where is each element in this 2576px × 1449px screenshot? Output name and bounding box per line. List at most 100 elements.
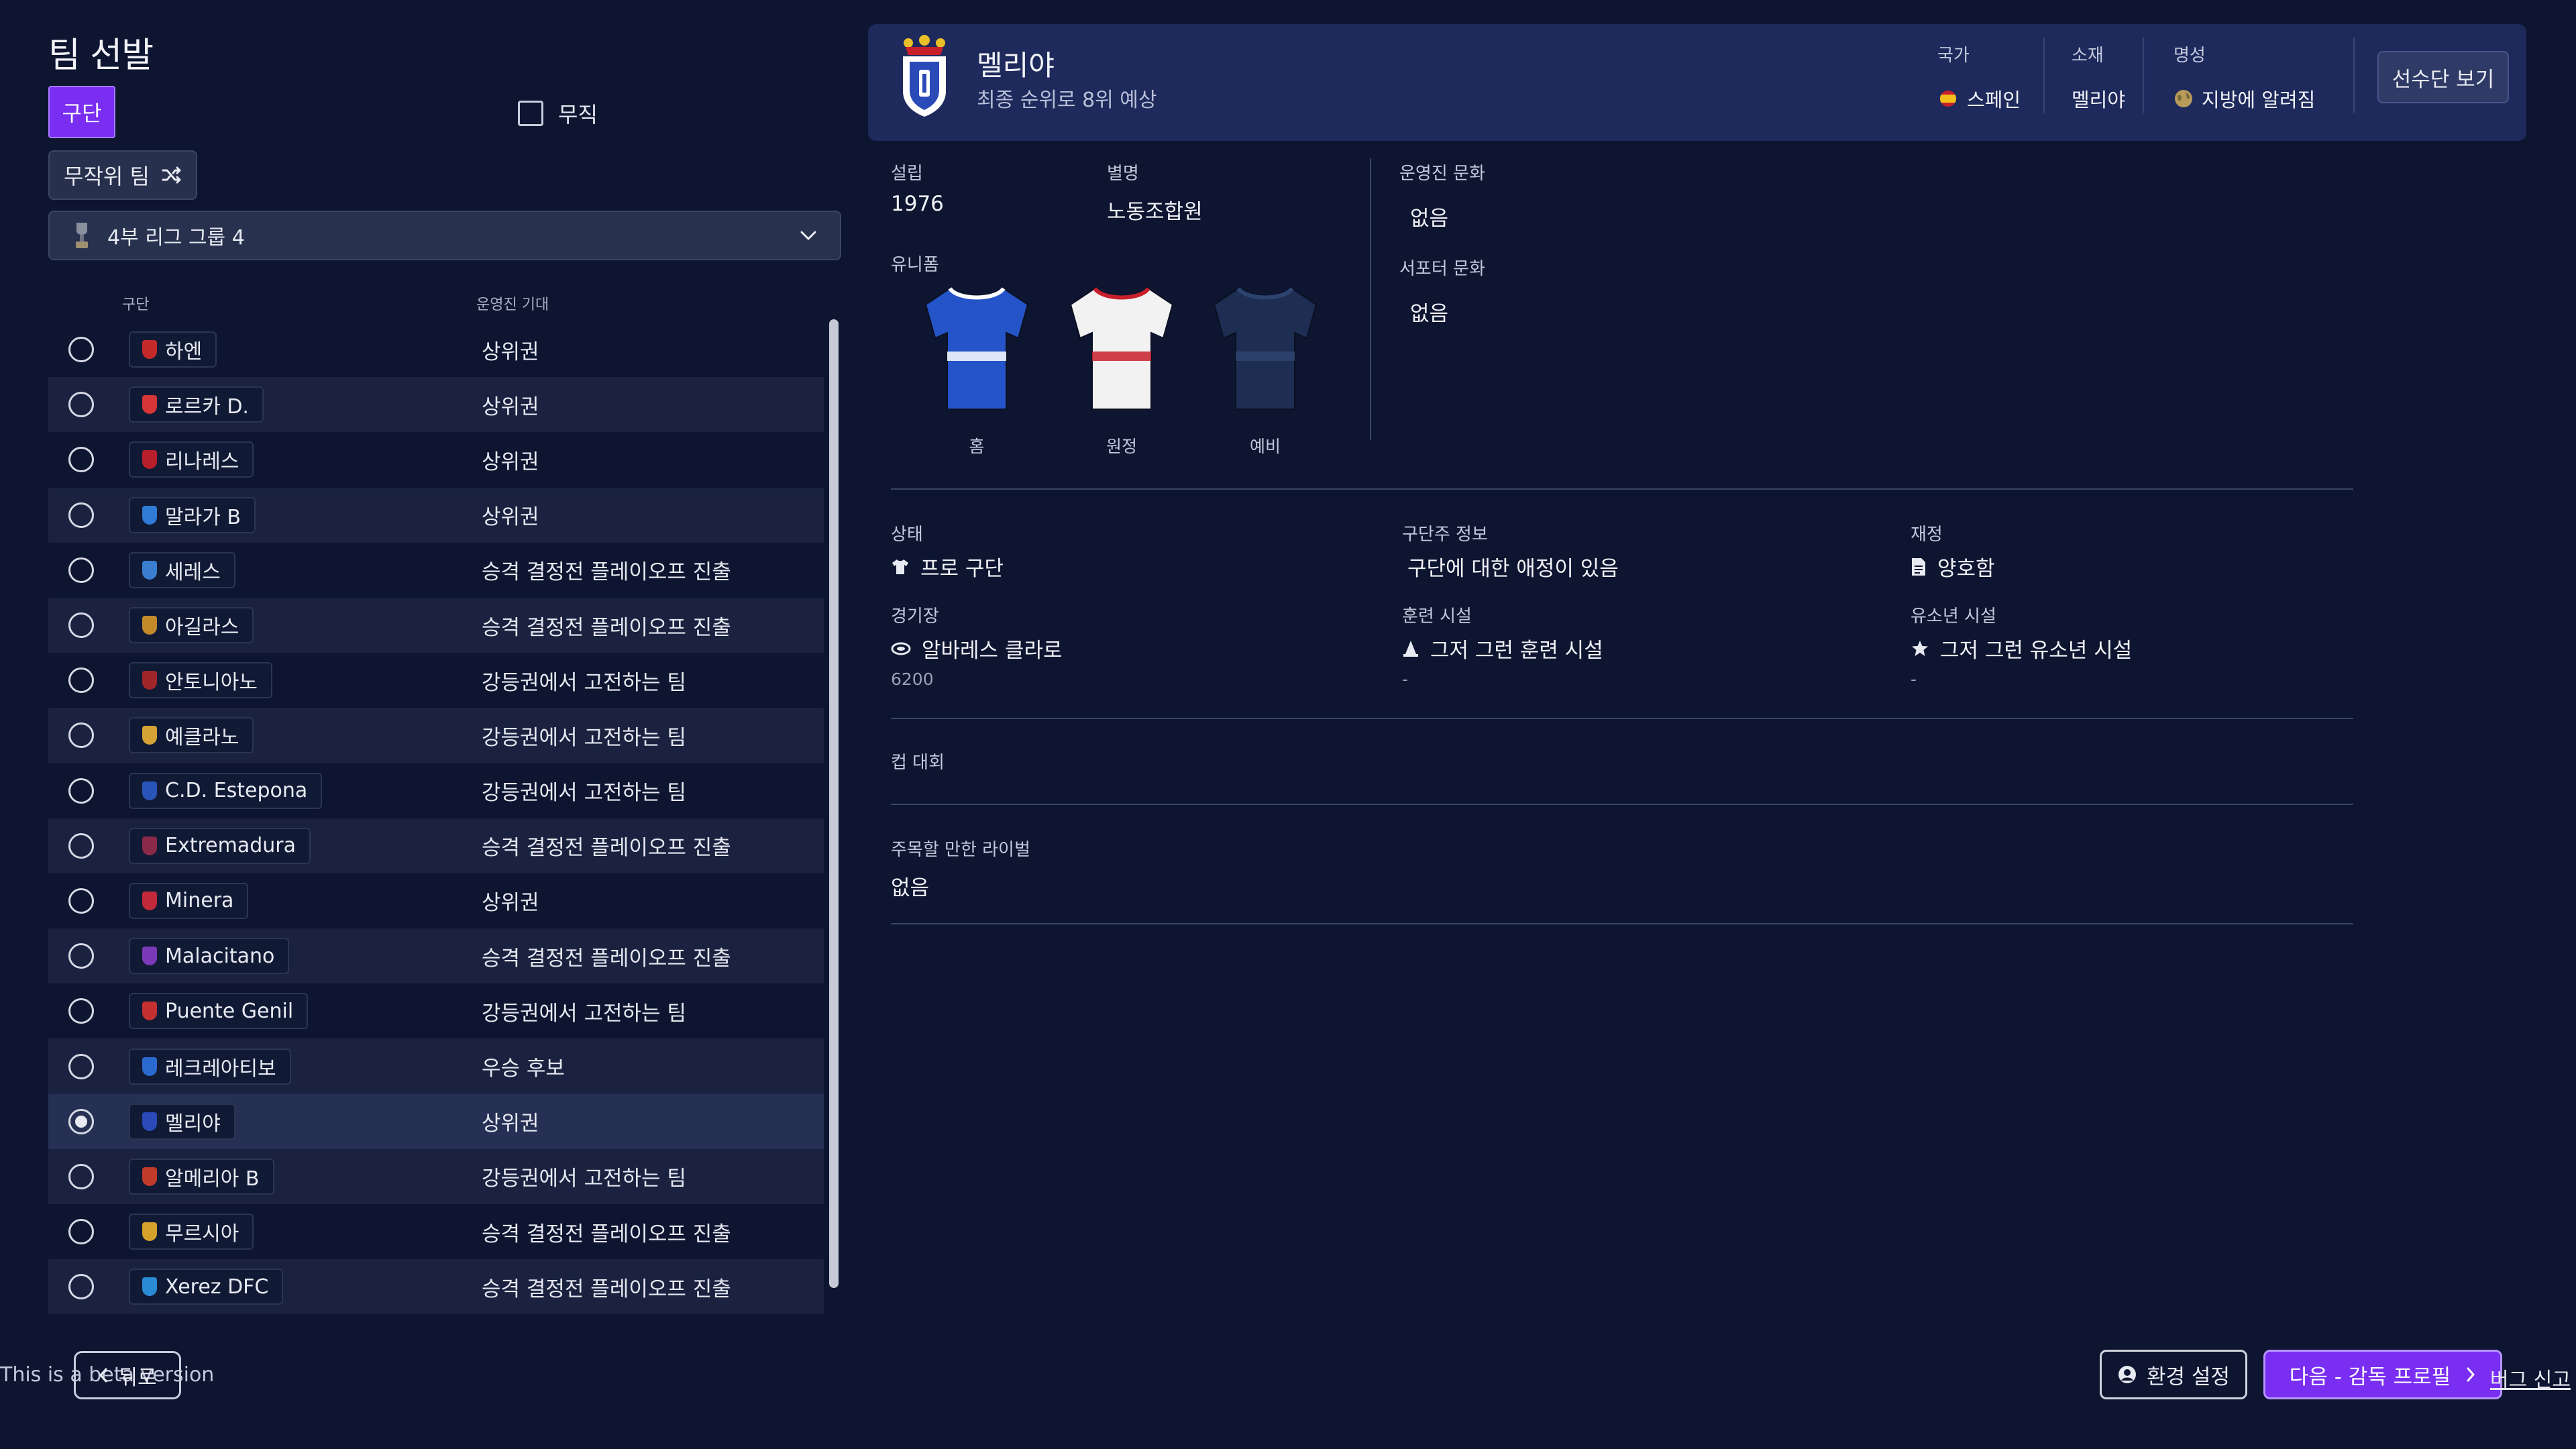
club-chip[interactable]: 무르시아 (129, 1214, 254, 1250)
club-name-text: Minera (165, 889, 234, 913)
club-radio[interactable] (68, 557, 94, 583)
club-radio[interactable] (68, 1219, 94, 1245)
person-icon (2118, 1366, 2137, 1383)
club-crest-icon (142, 1167, 157, 1186)
board-expectation-text: 상위권 (482, 449, 539, 474)
club-chip[interactable]: Xerez DFC (129, 1269, 284, 1305)
info-divider (1370, 158, 1371, 440)
training-label: 훈련 시설 (1402, 606, 1472, 627)
unemployed-checkbox[interactable] (518, 101, 543, 126)
club-radio[interactable] (68, 1053, 94, 1079)
club-radio[interactable] (68, 722, 94, 749)
club-row[interactable]: 세레스 승격 결정전 플레이오프 진출 (48, 543, 824, 598)
club-radio[interactable] (68, 888, 94, 914)
club-name-text: Puente Genil (165, 999, 294, 1023)
chevron-right-icon (2467, 1367, 2475, 1382)
club-radio[interactable] (68, 777, 94, 804)
club-chip[interactable]: 알메리아 B (129, 1158, 274, 1195)
stadium-value[interactable]: 알바레스 클라로 (891, 633, 1063, 663)
club-row[interactable]: Extremadura 승격 결정전 플레이오프 진출 (48, 818, 824, 873)
club-row[interactable]: C.D. Estepona 강등권에서 고전하는 팀 (48, 763, 824, 818)
column-header-club[interactable]: 구단 (122, 292, 149, 314)
club-radio[interactable] (68, 502, 94, 528)
club-row[interactable]: 하엔 상위권 (48, 322, 824, 377)
club-chip[interactable]: 아길라스 (129, 607, 254, 644)
view-squad-button[interactable]: 선수단 보기 (2377, 51, 2509, 103)
club-row[interactable]: 안토니아노 강등권에서 고전하는 팀 (48, 653, 824, 708)
league-select[interactable]: 4부 리그 그룹 4 (48, 211, 841, 260)
club-chip[interactable]: Extremadura (129, 827, 311, 864)
founded-label: 설립 (891, 164, 923, 184)
column-header-board-expectation[interactable]: 운영진 기대 (476, 292, 549, 314)
club-chip[interactable]: Puente Genil (129, 993, 309, 1030)
club-chip[interactable]: Malacitano (129, 938, 290, 975)
unemployed-label: 무직 (558, 102, 598, 127)
club-chip[interactable]: 말라가 B (129, 496, 256, 533)
tab-club[interactable]: 구단 (48, 86, 115, 138)
club-radio[interactable] (68, 667, 94, 694)
nickname-label: 별명 (1107, 164, 1139, 184)
club-name-text: 로르카 D. (165, 395, 249, 419)
club-row[interactable]: Xerez DFC 승격 결정전 플레이오프 진출 (48, 1259, 824, 1315)
club-chip[interactable]: 로르카 D. (129, 386, 264, 423)
club-radio[interactable] (68, 447, 94, 473)
nation-value[interactable]: 스페인 (1937, 85, 2021, 113)
bug-report-link[interactable]: 버그 신고 (2490, 1363, 2571, 1393)
club-name-text: Xerez DFC (165, 1275, 269, 1299)
club-row[interactable]: Malacitano 승격 결정전 플레이오프 진출 (48, 928, 824, 984)
board-expectation-text: 강등권에서 고전하는 팀 (482, 781, 686, 806)
board-culture-label: 운영진 문화 (1399, 164, 1485, 184)
club-list-scrollbar[interactable] (829, 319, 839, 1288)
club-row[interactable]: 무르시아 승격 결정전 플레이오프 진출 (48, 1204, 824, 1259)
random-team-button[interactable]: 무작위 팀 (48, 150, 197, 200)
club-row[interactable]: 멜리야 상위권 (48, 1093, 824, 1149)
chevron-left-icon (99, 1368, 107, 1383)
club-chip[interactable]: 예클라노 (129, 717, 254, 754)
club-chip[interactable]: 리나레스 (129, 441, 254, 478)
club-row[interactable]: 알메리아 B 강등권에서 고전하는 팀 (48, 1148, 824, 1204)
header-divider (2043, 38, 2045, 113)
club-chip[interactable]: Minera (129, 882, 249, 919)
club-name-text: 알메리아 B (165, 1167, 260, 1191)
kits-label: 유니폼 (891, 255, 939, 275)
club-chip[interactable]: 레크레아티보 (129, 1048, 291, 1085)
club-radio[interactable] (68, 1163, 94, 1189)
back-button[interactable]: 뒤로 (74, 1351, 181, 1399)
club-radio[interactable] (68, 1274, 94, 1300)
club-row[interactable]: Minera 상위권 (48, 873, 824, 928)
club-crest-icon (142, 947, 157, 966)
club-row[interactable]: 예클라노 강등권에서 고전하는 팀 (48, 708, 824, 763)
unemployed-toggle[interactable]: 무직 (518, 98, 598, 129)
club-chip[interactable]: 하엔 (129, 331, 217, 368)
spain-flag-icon (1940, 91, 1956, 107)
club-radio[interactable] (68, 943, 94, 969)
board-expectation-text: 승격 결정전 플레이오프 진출 (482, 836, 731, 861)
supporter-culture-label: 서포터 문화 (1399, 259, 1485, 279)
club-chip[interactable]: 멜리야 (129, 1103, 235, 1140)
club-row[interactable]: 로르카 D. 상위권 (48, 377, 824, 433)
club-radio[interactable] (68, 612, 94, 639)
reputation-text: 지방에 알려짐 (2202, 89, 2316, 111)
club-crest-icon (142, 1057, 157, 1076)
stadium-text: 알바레스 클라로 (922, 639, 1063, 663)
club-row[interactable]: 아길라스 승격 결정전 플레이오프 진출 (48, 597, 824, 653)
club-radio[interactable] (68, 337, 94, 363)
settings-button[interactable]: 환경 설정 (2100, 1350, 2247, 1399)
club-radio[interactable] (68, 1108, 94, 1134)
club-radio[interactable] (68, 833, 94, 859)
next-manager-profile-button[interactable]: 다음 - 감독 프로필 (2263, 1350, 2502, 1399)
club-row[interactable]: 말라가 B 상위권 (48, 487, 824, 543)
club-row[interactable]: Puente Genil 강등권에서 고전하는 팀 (48, 983, 824, 1038)
club-crest-icon (142, 395, 157, 415)
club-chip[interactable]: 세레스 (129, 551, 235, 588)
club-row[interactable]: 레크레아티보 우승 후보 (48, 1038, 824, 1094)
club-row[interactable]: 리나레스 상위권 (48, 432, 824, 487)
club-chip[interactable]: 안토니아노 (129, 662, 272, 699)
finance-text: 양호함 (1937, 557, 1995, 581)
club-radio[interactable] (68, 392, 94, 418)
club-radio[interactable] (68, 998, 94, 1024)
club-chip[interactable]: C.D. Estepona (129, 772, 323, 809)
board-expectation-text: 상위권 (482, 339, 539, 364)
kit-item: 원정 (1061, 282, 1182, 458)
random-team-label: 무작위 팀 (64, 164, 150, 189)
